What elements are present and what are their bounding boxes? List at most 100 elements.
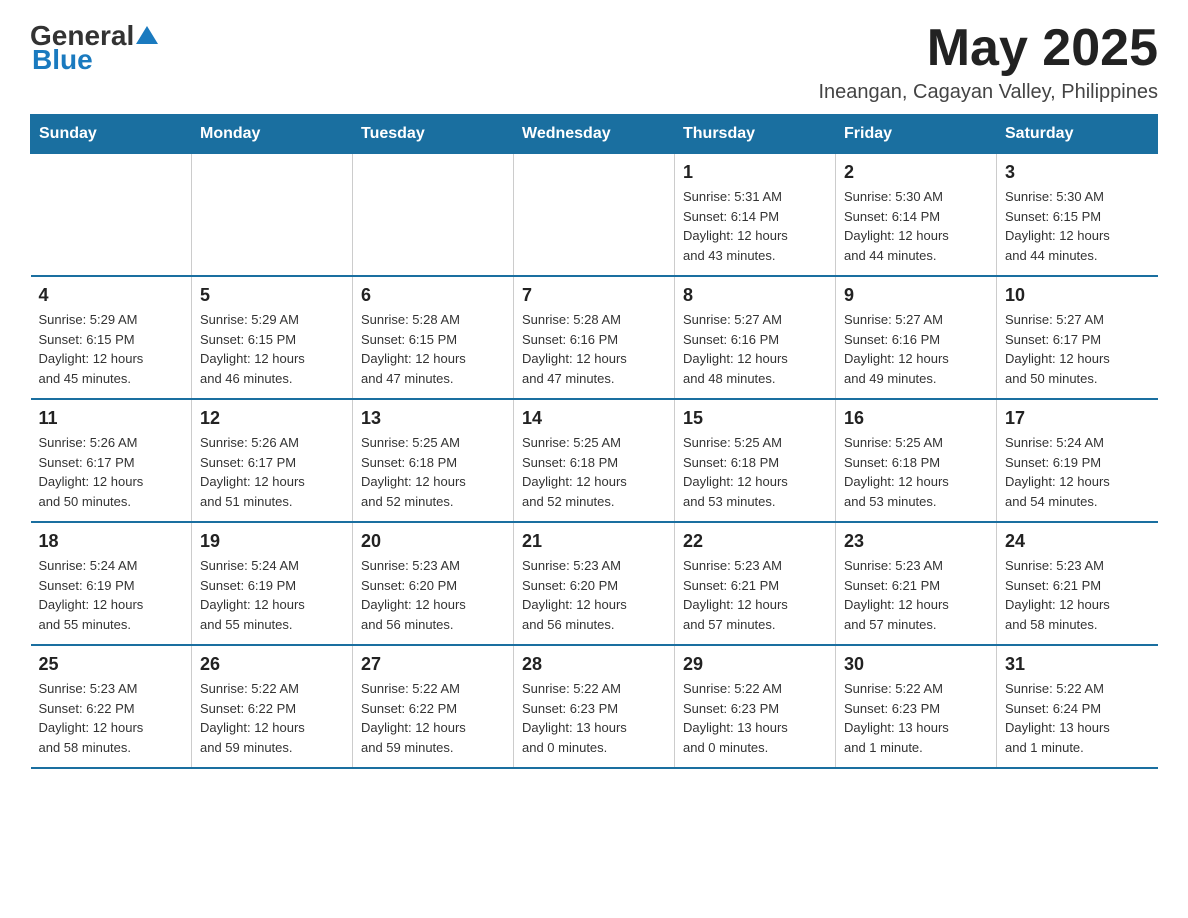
logo-text-blue: Blue: [32, 44, 93, 76]
day-info: Sunrise: 5:31 AMSunset: 6:14 PMDaylight:…: [683, 187, 827, 265]
calendar-cell: 31 Sunrise: 5:22 AMSunset: 6:24 PMDayligh…: [997, 645, 1158, 768]
calendar-header: SundayMondayTuesdayWednesdayThursdayFrid…: [31, 115, 1158, 154]
calendar-cell: 19 Sunrise: 5:24 AMSunset: 6:19 PMDayligh…: [192, 522, 353, 645]
header-thursday: Thursday: [675, 115, 836, 154]
day-info: Sunrise: 5:28 AMSunset: 6:15 PMDaylight:…: [361, 310, 505, 388]
day-info: Sunrise: 5:24 AMSunset: 6:19 PMDaylight:…: [1005, 433, 1150, 511]
calendar-cell: 24 Sunrise: 5:23 AMSunset: 6:21 PMDayligh…: [997, 522, 1158, 645]
day-info: Sunrise: 5:22 AMSunset: 6:24 PMDaylight:…: [1005, 679, 1150, 757]
week-row-5: 25 Sunrise: 5:23 AMSunset: 6:22 PMDayligh…: [31, 645, 1158, 768]
calendar-cell: 11 Sunrise: 5:26 AMSunset: 6:17 PMDayligh…: [31, 399, 192, 522]
day-number: 15: [683, 408, 827, 429]
day-info: Sunrise: 5:25 AMSunset: 6:18 PMDaylight:…: [683, 433, 827, 511]
calendar-cell: 8Sunrise: 5:27 AMSunset: 6:16 PMDaylight…: [675, 276, 836, 399]
calendar-cell: 12 Sunrise: 5:26 AMSunset: 6:17 PMDayligh…: [192, 399, 353, 522]
day-number: 25: [39, 654, 184, 675]
calendar-cell: 4 Sunrise: 5:29 AMSunset: 6:15 PMDaylight…: [31, 276, 192, 399]
location-subtitle: Ineangan, Cagayan Valley, Philippines: [819, 81, 1159, 104]
day-info: Sunrise: 5:27 AMSunset: 6:16 PMDaylight:…: [683, 310, 827, 388]
day-number: 4: [39, 285, 184, 306]
day-info: Sunrise: 5:25 AMSunset: 6:18 PMDaylight:…: [361, 433, 505, 511]
day-number: 29: [683, 654, 827, 675]
day-number: 19: [200, 531, 344, 552]
calendar-cell: 1 Sunrise: 5:31 AMSunset: 6:14 PMDaylight…: [675, 154, 836, 277]
calendar-cell: 5Sunrise: 5:29 AMSunset: 6:15 PMDaylight…: [192, 276, 353, 399]
day-info: Sunrise: 5:27 AMSunset: 6:16 PMDaylight:…: [844, 310, 988, 388]
calendar-cell: [192, 154, 353, 277]
week-row-4: 18 Sunrise: 5:24 AMSunset: 6:19 PMDayligh…: [31, 522, 1158, 645]
day-info: Sunrise: 5:28 AMSunset: 6:16 PMDaylight:…: [522, 310, 666, 388]
logo-triangle-icon: [136, 24, 158, 46]
title-section: May 2025 Ineangan, Cagayan Valley, Phili…: [819, 20, 1159, 104]
day-info: Sunrise: 5:22 AMSunset: 6:23 PMDaylight:…: [522, 679, 666, 757]
calendar-cell: 20 Sunrise: 5:23 AMSunset: 6:20 PMDayligh…: [353, 522, 514, 645]
header-saturday: Saturday: [997, 115, 1158, 154]
day-number: 14: [522, 408, 666, 429]
day-info: Sunrise: 5:24 AMSunset: 6:19 PMDaylight:…: [200, 556, 344, 634]
calendar-cell: 17 Sunrise: 5:24 AMSunset: 6:19 PMDayligh…: [997, 399, 1158, 522]
day-info: Sunrise: 5:22 AMSunset: 6:22 PMDaylight:…: [361, 679, 505, 757]
day-info: Sunrise: 5:23 AMSunset: 6:20 PMDaylight:…: [361, 556, 505, 634]
day-number: 12: [200, 408, 344, 429]
day-number: 2: [844, 162, 988, 183]
calendar-cell: 25 Sunrise: 5:23 AMSunset: 6:22 PMDayligh…: [31, 645, 192, 768]
calendar-cell: 16 Sunrise: 5:25 AMSunset: 6:18 PMDayligh…: [836, 399, 997, 522]
calendar-cell: 14 Sunrise: 5:25 AMSunset: 6:18 PMDayligh…: [514, 399, 675, 522]
day-number: 17: [1005, 408, 1150, 429]
calendar-cell: 13 Sunrise: 5:25 AMSunset: 6:18 PMDayligh…: [353, 399, 514, 522]
day-info: Sunrise: 5:27 AMSunset: 6:17 PMDaylight:…: [1005, 310, 1150, 388]
day-info: Sunrise: 5:22 AMSunset: 6:23 PMDaylight:…: [844, 679, 988, 757]
calendar-cell: 15 Sunrise: 5:25 AMSunset: 6:18 PMDayligh…: [675, 399, 836, 522]
day-number: 28: [522, 654, 666, 675]
day-info: Sunrise: 5:22 AMSunset: 6:23 PMDaylight:…: [683, 679, 827, 757]
day-info: Sunrise: 5:26 AMSunset: 6:17 PMDaylight:…: [200, 433, 344, 511]
header-tuesday: Tuesday: [353, 115, 514, 154]
day-number: 31: [1005, 654, 1150, 675]
day-number: 11: [39, 408, 184, 429]
day-info: Sunrise: 5:26 AMSunset: 6:17 PMDaylight:…: [39, 433, 184, 511]
day-info: Sunrise: 5:25 AMSunset: 6:18 PMDaylight:…: [522, 433, 666, 511]
month-year-title: May 2025: [819, 20, 1159, 77]
calendar-cell: 21Sunrise: 5:23 AMSunset: 6:20 PMDayligh…: [514, 522, 675, 645]
day-header-row: SundayMondayTuesdayWednesdayThursdayFrid…: [31, 115, 1158, 154]
calendar-cell: 26 Sunrise: 5:22 AMSunset: 6:22 PMDayligh…: [192, 645, 353, 768]
calendar-cell: 9Sunrise: 5:27 AMSunset: 6:16 PMDaylight…: [836, 276, 997, 399]
day-number: 21: [522, 531, 666, 552]
day-info: Sunrise: 5:23 AMSunset: 6:21 PMDaylight:…: [1005, 556, 1150, 634]
day-info: Sunrise: 5:23 AMSunset: 6:21 PMDaylight:…: [683, 556, 827, 634]
day-number: 27: [361, 654, 505, 675]
day-number: 16: [844, 408, 988, 429]
header-monday: Monday: [192, 115, 353, 154]
calendar-cell: [353, 154, 514, 277]
calendar-cell: 10 Sunrise: 5:27 AMSunset: 6:17 PMDayligh…: [997, 276, 1158, 399]
calendar-cell: 27 Sunrise: 5:22 AMSunset: 6:22 PMDayligh…: [353, 645, 514, 768]
day-info: Sunrise: 5:29 AMSunset: 6:15 PMDaylight:…: [39, 310, 184, 388]
day-number: 10: [1005, 285, 1150, 306]
calendar-cell: 18Sunrise: 5:24 AMSunset: 6:19 PMDayligh…: [31, 522, 192, 645]
day-number: 18: [39, 531, 184, 552]
calendar-cell: [514, 154, 675, 277]
day-number: 1: [683, 162, 827, 183]
calendar-table: SundayMondayTuesdayWednesdayThursdayFrid…: [30, 114, 1158, 769]
week-row-1: 1 Sunrise: 5:31 AMSunset: 6:14 PMDaylight…: [31, 154, 1158, 277]
day-info: Sunrise: 5:30 AMSunset: 6:14 PMDaylight:…: [844, 187, 988, 265]
day-number: 30: [844, 654, 988, 675]
calendar-cell: 22Sunrise: 5:23 AMSunset: 6:21 PMDayligh…: [675, 522, 836, 645]
header-sunday: Sunday: [31, 115, 192, 154]
day-number: 24: [1005, 531, 1150, 552]
logo: General Blue: [30, 20, 158, 76]
day-number: 13: [361, 408, 505, 429]
day-info: Sunrise: 5:22 AMSunset: 6:22 PMDaylight:…: [200, 679, 344, 757]
day-number: 26: [200, 654, 344, 675]
calendar-cell: 2 Sunrise: 5:30 AMSunset: 6:14 PMDaylight…: [836, 154, 997, 277]
page-header: General Blue May 2025 Ineangan, Cagayan …: [30, 20, 1158, 104]
calendar-cell: 30 Sunrise: 5:22 AMSunset: 6:23 PMDayligh…: [836, 645, 997, 768]
day-info: Sunrise: 5:25 AMSunset: 6:18 PMDaylight:…: [844, 433, 988, 511]
day-number: 20: [361, 531, 505, 552]
calendar-cell: 3Sunrise: 5:30 AMSunset: 6:15 PMDaylight…: [997, 154, 1158, 277]
day-number: 3: [1005, 162, 1150, 183]
calendar-body: 1 Sunrise: 5:31 AMSunset: 6:14 PMDaylight…: [31, 154, 1158, 769]
day-number: 23: [844, 531, 988, 552]
day-info: Sunrise: 5:23 AMSunset: 6:22 PMDaylight:…: [39, 679, 184, 757]
day-number: 5: [200, 285, 344, 306]
